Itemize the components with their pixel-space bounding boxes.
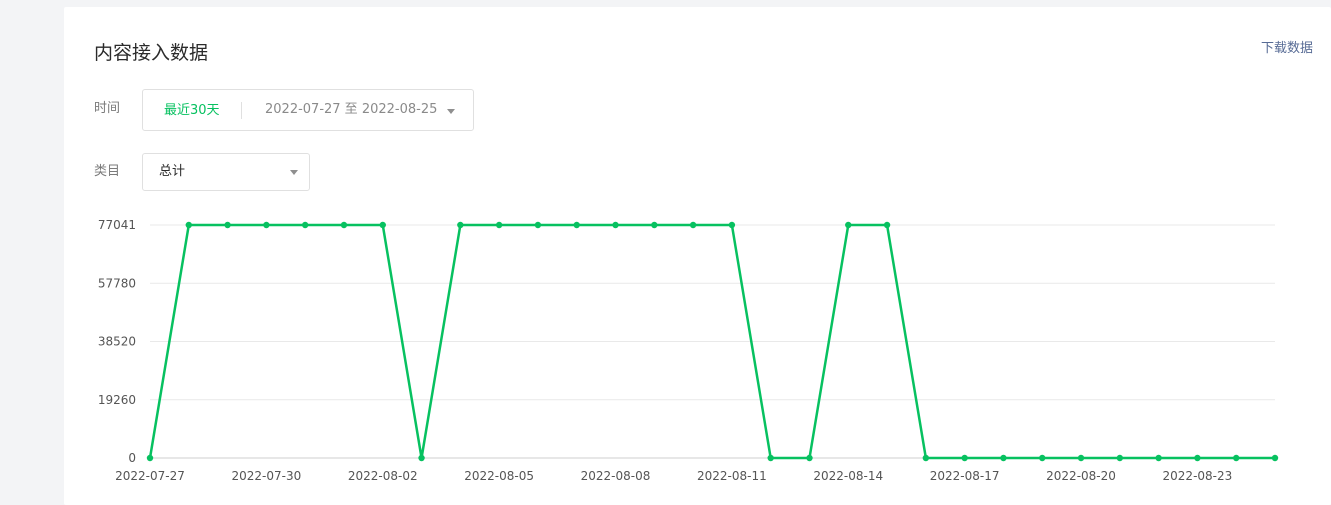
data-point — [728, 221, 736, 229]
data-point — [961, 454, 968, 462]
data-point — [379, 221, 386, 229]
data-point — [340, 221, 348, 229]
x-tick-label: 2022-07-30 — [232, 469, 302, 483]
data-point — [845, 221, 852, 229]
data-point — [534, 221, 542, 229]
x-tick-label: 2022-08-08 — [581, 469, 651, 483]
data-point — [1039, 454, 1046, 462]
x-tick-label: 2022-08-05 — [464, 469, 534, 483]
y-tick-label: 0 — [128, 451, 136, 465]
data-point — [495, 221, 503, 229]
data-point — [224, 221, 231, 229]
data-point — [146, 454, 154, 462]
data-point — [612, 221, 619, 229]
data-point — [767, 454, 774, 462]
data-point — [418, 454, 425, 462]
data-point — [1116, 454, 1124, 462]
x-tick-label: 2022-08-11 — [697, 469, 767, 483]
data-point — [922, 454, 930, 462]
data-point — [263, 221, 270, 229]
y-tick-label: 57780 — [98, 276, 136, 290]
data-point — [1233, 454, 1240, 462]
x-tick-label: 2022-07-27 — [115, 469, 185, 483]
data-point — [1155, 454, 1162, 462]
data-point — [1271, 454, 1279, 462]
x-tick-label: 2022-08-20 — [1046, 469, 1116, 483]
data-point — [185, 221, 192, 229]
data-point — [651, 221, 658, 229]
data-point — [883, 221, 891, 229]
data-point — [1194, 454, 1201, 462]
data-point — [1000, 454, 1007, 462]
x-tick-label: 2022-08-02 — [348, 469, 418, 483]
y-tick-label: 38520 — [98, 335, 136, 349]
data-point — [689, 221, 697, 229]
line-chart: 0 19260 38520 57780 77041 2022-07-27 2022-07-3… — [98, 218, 1279, 483]
data-point — [573, 221, 580, 229]
y-tick-label: 19260 — [98, 393, 136, 407]
data-point — [806, 454, 813, 462]
x-tick-label: 2022-08-23 — [1163, 469, 1233, 483]
data-point — [457, 221, 464, 229]
x-tick-label: 2022-08-14 — [813, 469, 883, 483]
data-point — [1077, 454, 1085, 462]
y-tick-label: 77041 — [98, 218, 136, 232]
x-tick-label: 2022-08-17 — [930, 469, 1000, 483]
data-point — [301, 221, 309, 229]
